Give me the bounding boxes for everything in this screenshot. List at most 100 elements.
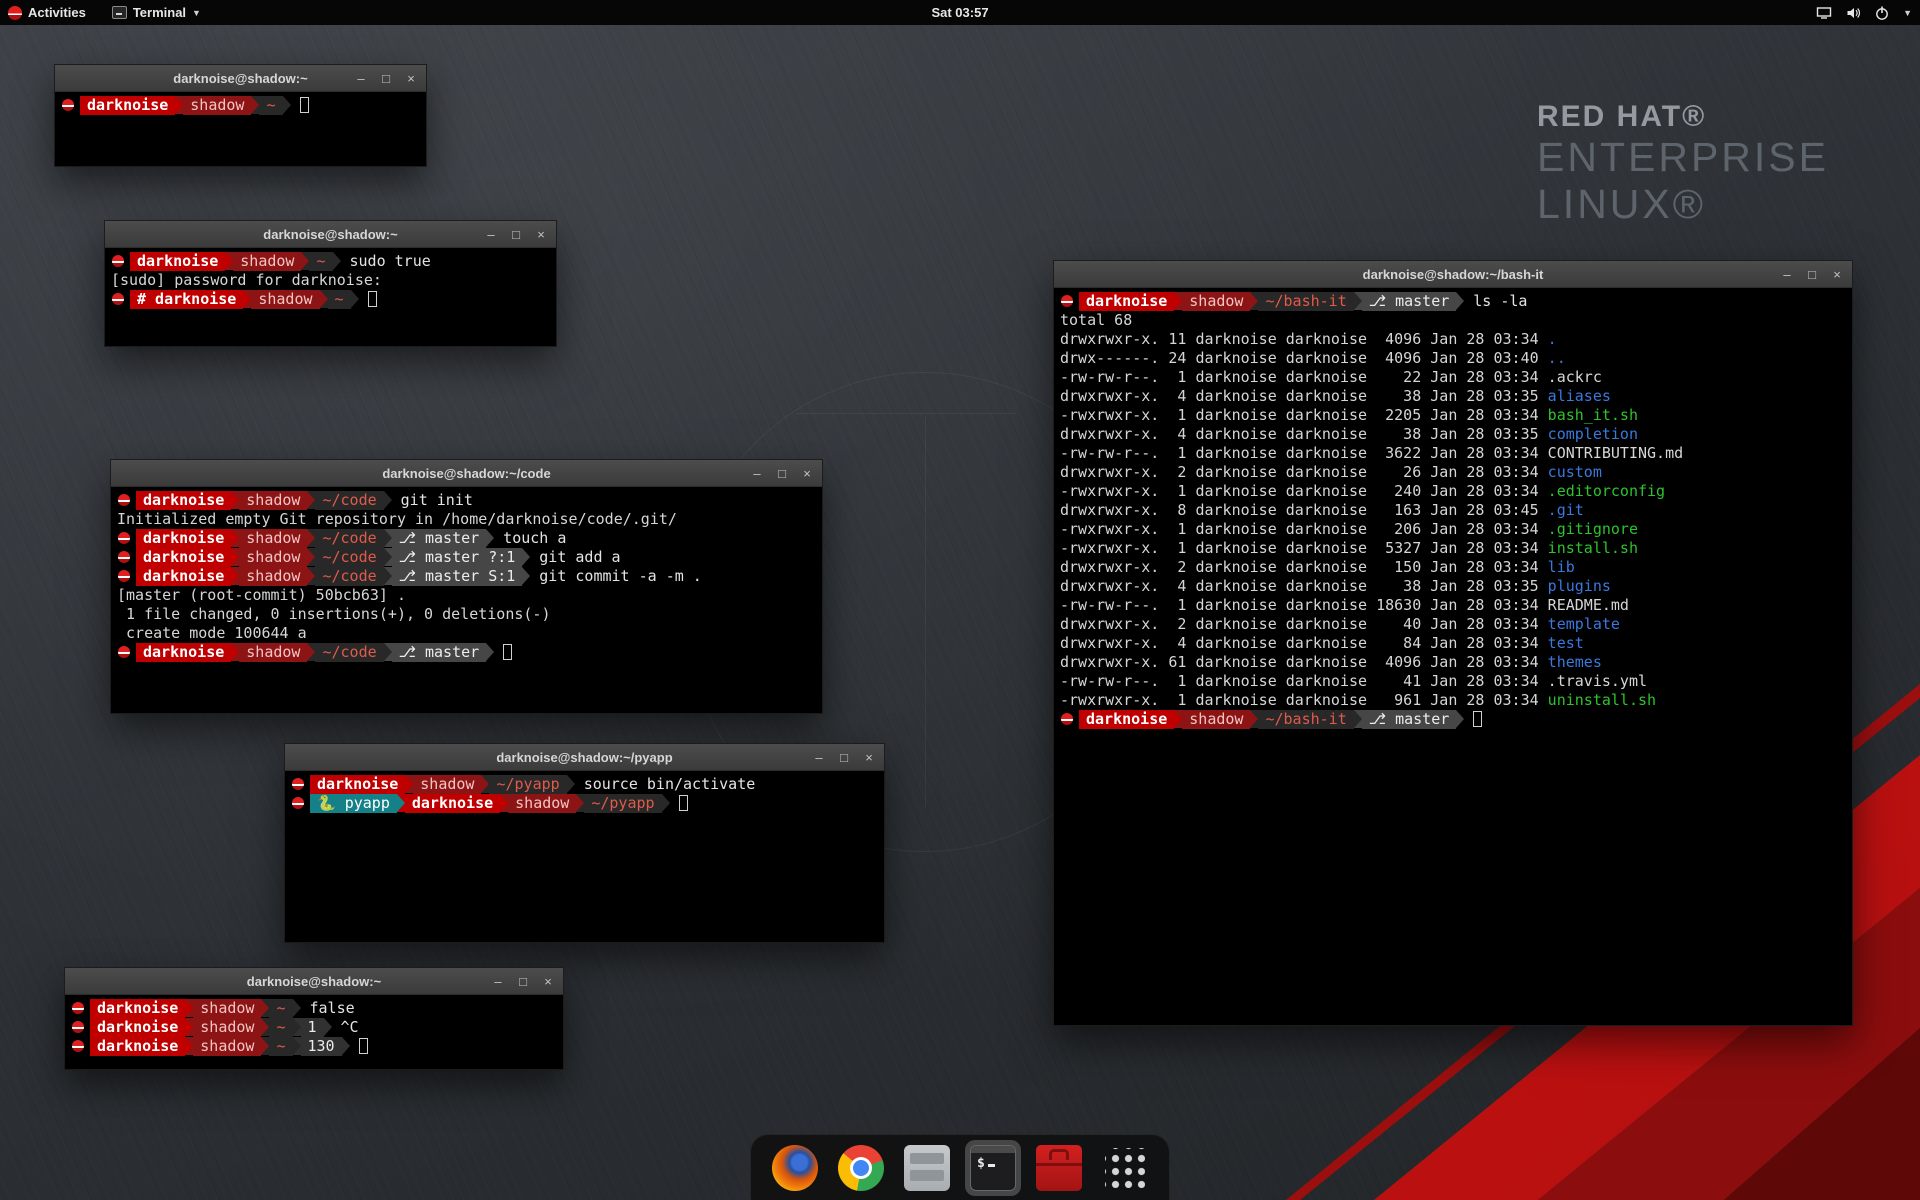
- titlebar[interactable]: darknoise@shadow:~/bash-it – □ ×: [1054, 261, 1852, 288]
- maximize-button[interactable]: □: [508, 227, 524, 243]
- redhat-prompt-icon: [118, 551, 130, 563]
- prompt-segment: ~/pyapp: [489, 775, 566, 794]
- output-line: -rw-rw-r--. 1 darknoise darknoise 41 Jan…: [1060, 672, 1846, 691]
- close-button[interactable]: ×: [403, 71, 419, 87]
- output-line: -rwxrwxr-x. 1 darknoise darknoise 961 Ja…: [1060, 691, 1846, 710]
- powerline-separator-icon: [384, 491, 392, 509]
- prompt-segment: ⎇ master: [1362, 710, 1457, 729]
- close-button[interactable]: ×: [540, 974, 556, 990]
- dock-item-chrome[interactable]: [833, 1140, 889, 1196]
- powerline-separator-icon: [500, 794, 508, 812]
- output-text: completion: [1548, 425, 1638, 443]
- redhat-prompt-icon: [292, 778, 304, 790]
- prompt-segment: shadow: [1182, 710, 1250, 729]
- output-text: ..: [1548, 349, 1566, 367]
- activities-button[interactable]: Activities: [0, 5, 86, 20]
- titlebar[interactable]: darknoise@shadow:~ – □ ×: [55, 65, 426, 92]
- dock-item-toolbox[interactable]: [1031, 1140, 1087, 1196]
- window-title: darknoise@shadow:~/bash-it: [1054, 267, 1852, 282]
- redhat-prompt-icon: [72, 1040, 84, 1052]
- prompt-segment: darknoise: [90, 1037, 185, 1056]
- clock[interactable]: Sat 03:57: [931, 5, 988, 20]
- prompt-segment: ~/code: [315, 529, 383, 548]
- command-text: git init: [401, 491, 473, 509]
- prompt-segment: 130: [301, 1037, 342, 1056]
- output-text: .gitignore: [1548, 520, 1638, 538]
- powerline-separator-icon: [301, 252, 309, 270]
- prompt-segment: ~: [309, 252, 332, 271]
- prompt-segment: darknoise: [1079, 710, 1174, 729]
- powerline-separator-icon: [320, 290, 328, 308]
- app-menu-label: Terminal: [133, 5, 186, 20]
- minimize-button[interactable]: –: [353, 71, 369, 87]
- app-menu-terminal[interactable]: Terminal ▼: [112, 5, 201, 20]
- terminal-icon-glyph: $: [977, 1156, 995, 1171]
- output-text: README.md: [1548, 596, 1629, 614]
- powerline-separator-icon: [1354, 292, 1362, 310]
- output-text: drwxrwxr-x. 2 darknoise darknoise 150 Ja…: [1060, 558, 1548, 576]
- minimize-button[interactable]: –: [811, 750, 827, 766]
- prompt-line: darknoiseshadow~: [61, 96, 420, 115]
- maximize-button[interactable]: □: [836, 750, 852, 766]
- powerline-separator-icon: [486, 643, 494, 661]
- close-button[interactable]: ×: [799, 466, 815, 482]
- minimize-button[interactable]: –: [1779, 267, 1795, 283]
- prompt-segment: darknoise: [136, 529, 231, 548]
- terminal-body[interactable]: darknoiseshadow~/codegit initInitialized…: [111, 487, 822, 666]
- terminal-cursor: [679, 795, 688, 811]
- prompt-segment: ⎇ master: [392, 643, 487, 662]
- prompt-line: darknoiseshadow~130: [71, 1037, 557, 1056]
- close-button[interactable]: ×: [1829, 267, 1845, 283]
- output-text: custom: [1548, 463, 1602, 481]
- display-icon: [1816, 5, 1832, 21]
- output-line: -rwxrwxr-x. 1 darknoise darknoise 2205 J…: [1060, 406, 1846, 425]
- terminal-cursor: [300, 97, 309, 113]
- redhat-prompt-icon: [118, 532, 130, 544]
- prompt-segment: ~: [269, 1037, 292, 1056]
- output-line: -rw-rw-r--. 1 darknoise darknoise 3622 J…: [1060, 444, 1846, 463]
- brand-redhat: RED HAT®: [1537, 100, 1829, 134]
- titlebar[interactable]: darknoise@shadow:~ – □ ×: [105, 221, 556, 248]
- powerline-separator-icon: [225, 252, 233, 270]
- output-text: [sudo] password for darknoise:: [111, 271, 391, 289]
- redhat-prompt-icon: [112, 293, 124, 305]
- terminal-body[interactable]: darknoiseshadow~sudo true[sudo] password…: [105, 248, 556, 313]
- close-button[interactable]: ×: [533, 227, 549, 243]
- terminal-window-pyapp: darknoise@shadow:~/pyapp – □ × darknoise…: [284, 743, 885, 943]
- power-icon: [1874, 5, 1890, 21]
- output-text: install.sh: [1548, 539, 1638, 557]
- powerline-separator-icon: [405, 775, 413, 793]
- system-status-area[interactable]: ▼: [1816, 5, 1912, 21]
- maximize-button[interactable]: □: [774, 466, 790, 482]
- terminal-body[interactable]: darknoiseshadow~/pyappsource bin/activat…: [285, 771, 884, 817]
- output-text: drwxrwxr-x. 8 darknoise darknoise 163 Ja…: [1060, 501, 1548, 519]
- terminal-body[interactable]: darknoiseshadow~/bash-it⎇ masterls -lato…: [1054, 288, 1852, 733]
- prompt-segment: shadow: [239, 548, 307, 567]
- dock-item-files[interactable]: [899, 1140, 955, 1196]
- prompt-segment: shadow: [233, 252, 301, 271]
- minimize-button[interactable]: –: [490, 974, 506, 990]
- maximize-button[interactable]: □: [378, 71, 394, 87]
- terminal-body[interactable]: darknoiseshadow~: [55, 92, 426, 119]
- powerline-separator-icon: [384, 548, 392, 566]
- minimize-button[interactable]: –: [749, 466, 765, 482]
- dock-item-terminal[interactable]: $: [965, 1140, 1021, 1196]
- titlebar[interactable]: darknoise@shadow:~ – □ ×: [65, 968, 563, 995]
- powerline-separator-icon: [1174, 292, 1182, 310]
- titlebar[interactable]: darknoise@shadow:~/code – □ ×: [111, 460, 822, 487]
- brand-enterprise: ENTERPRISE: [1537, 134, 1829, 181]
- close-button[interactable]: ×: [861, 750, 877, 766]
- titlebar[interactable]: darknoise@shadow:~/pyapp – □ ×: [285, 744, 884, 771]
- dock-item-show-apps[interactable]: [1097, 1140, 1153, 1196]
- output-text: .travis.yml: [1548, 672, 1647, 690]
- terminal-body[interactable]: darknoiseshadow~falsedarknoiseshadow~1^C…: [65, 995, 563, 1060]
- powerline-separator-icon: [481, 775, 489, 793]
- minimize-button[interactable]: –: [483, 227, 499, 243]
- maximize-button[interactable]: □: [515, 974, 531, 990]
- output-text: -rwxrwxr-x. 1 darknoise darknoise 2205 J…: [1060, 406, 1548, 424]
- maximize-button[interactable]: □: [1804, 267, 1820, 283]
- dock-item-firefox[interactable]: [767, 1140, 823, 1196]
- command-text: ^C: [341, 1018, 359, 1036]
- prompt-line: darknoiseshadow~/code⎇ master: [117, 643, 816, 662]
- files-icon: [904, 1145, 950, 1191]
